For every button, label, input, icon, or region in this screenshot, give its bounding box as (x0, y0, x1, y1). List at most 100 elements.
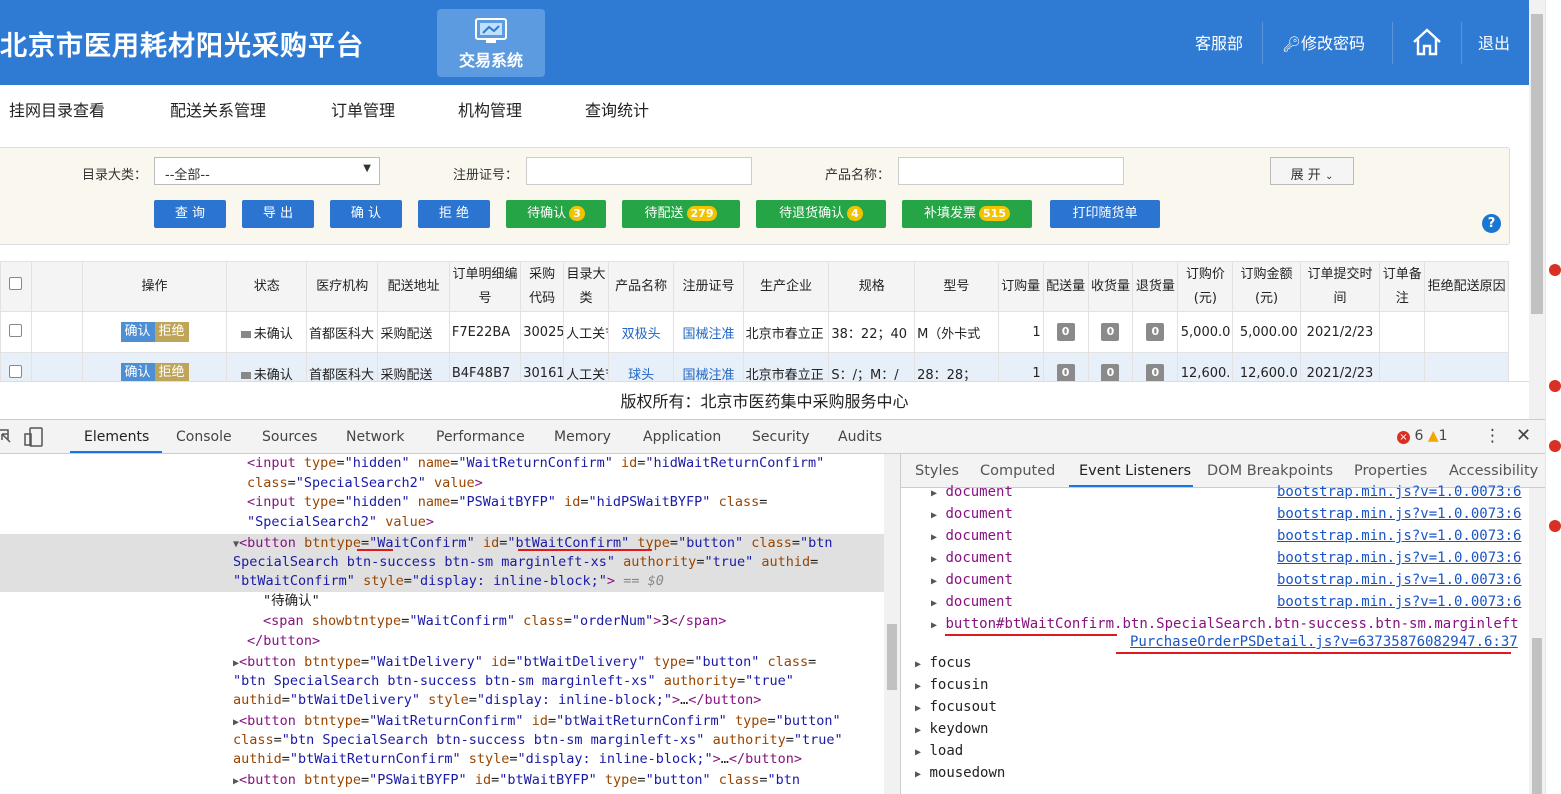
dom-line-selected[interactable]: ▼<button btntype="WaitConfirm" id="btWai… (233, 534, 833, 555)
close-icon[interactable]: ✕ (1516, 425, 1531, 446)
listener-source-link[interactable]: bootstrap.min.js?v=1.0.0073:6 (1277, 506, 1521, 522)
more-options-icon[interactable]: ⋮ (1484, 426, 1501, 446)
tab-computed[interactable]: Computed (980, 463, 1055, 479)
event-keydown[interactable]: ▶ keydown (915, 721, 988, 737)
dom-text-node[interactable]: "待确认" (263, 592, 320, 612)
service-link[interactable]: 客服部 (1195, 0, 1243, 85)
row-confirm-button[interactable]: 确认 (120, 322, 155, 342)
returned-badge: 0 (1146, 364, 1165, 382)
wait-return-button[interactable]: 待退货确认 4 (756, 200, 886, 228)
tab-memory[interactable]: Memory (554, 429, 611, 445)
row-confirm-button[interactable]: 确认 (120, 363, 155, 383)
listener-source-link[interactable]: bootstrap.min.js?v=1.0.0073:6 (1277, 528, 1521, 544)
side-panel-scrollbar[interactable] (1529, 488, 1545, 794)
product-link[interactable]: 双极头 (622, 327, 661, 342)
confirm-button[interactable]: 确 认 (330, 200, 402, 228)
logout-link[interactable]: 退出 (1478, 0, 1510, 85)
error-counter[interactable]: × 6 ▲1 (1397, 428, 1448, 444)
row-select-cell (0, 311, 32, 353)
invoice-button[interactable]: 补填发票 515 (902, 200, 1032, 228)
op-cell: 确认 拒绝 (81, 311, 228, 353)
listener-source-link[interactable]: bootstrap.min.js?v=1.0.0073:6 (1277, 594, 1521, 610)
event-load[interactable]: ▶ load (915, 743, 963, 759)
dom-line: SpecialSearch btn-success btn-sm marginl… (233, 554, 819, 570)
select-all-checkbox[interactable] (9, 276, 23, 290)
dom-line[interactable]: <input type="hidden" name="WaitReturnCon… (247, 454, 824, 474)
reg-link[interactable]: 国械注准 (682, 327, 734, 342)
elements-scrollbar[interactable] (884, 454, 900, 794)
listener-source-link[interactable]: PurchaseOrderPSDetail.js?v=6373587608294… (1130, 634, 1518, 650)
product-name-input[interactable] (898, 157, 1124, 185)
page-scrollbar[interactable] (1529, 0, 1545, 419)
event-focus[interactable]: ▶ focus (915, 655, 972, 671)
tab-properties[interactable]: Properties (1354, 463, 1427, 479)
tab-audits[interactable]: Audits (838, 429, 882, 445)
row-reject-button[interactable]: 拒绝 (154, 322, 189, 342)
wait-confirm-button[interactable]: 待确认 3 (506, 200, 606, 228)
listener-source-link[interactable]: bootstrap.min.js?v=1.0.0073:6 (1277, 484, 1521, 500)
listener-item[interactable]: ▶ document (931, 528, 1013, 544)
event-mousedown[interactable]: ▶ mousedown (915, 765, 1005, 781)
th-detail: 订单明细编号 (448, 261, 522, 312)
dom-line: class="SpecialSearch2" value> (247, 474, 483, 491)
tab-accessibility[interactable]: Accessibility (1449, 463, 1538, 479)
tab-console[interactable]: Console (176, 429, 232, 445)
code-cell: 30025 (520, 311, 565, 353)
dom-line[interactable]: ▶<button btntype="WaitReturnConfirm" id=… (233, 712, 841, 733)
th-received: 收货量 (1087, 261, 1134, 312)
tab-event-listeners[interactable]: Event Listeners (1079, 463, 1191, 479)
trading-system-label: 交易系统 (458, 51, 523, 70)
listener-source-link[interactable]: bootstrap.min.js?v=1.0.0073:6 (1277, 550, 1521, 566)
dom-line[interactable]: ▶<button btntype="WaitDelivery" id="btWa… (233, 653, 816, 674)
tab-sources[interactable]: Sources (262, 429, 317, 445)
note-cell (1379, 311, 1426, 353)
tab-dom-breakpoints[interactable]: DOM Breakpoints (1207, 463, 1333, 479)
home-icon[interactable] (1411, 27, 1443, 57)
notification-dot (1549, 264, 1561, 276)
listener-item[interactable]: ▶ document (931, 594, 1013, 610)
event-focusout[interactable]: ▶ focusout (915, 699, 997, 715)
tab-performance[interactable]: Performance (436, 429, 525, 445)
listener-item-button[interactable]: ▶ button#btWaitConfirm.btn.SpecialSearch… (931, 616, 1527, 632)
dom-line[interactable]: ▶<button btntype="PSWaitBYFP" id="btWait… (233, 771, 800, 792)
listener-item[interactable]: ▶ document (931, 484, 1013, 500)
tab-styles[interactable]: Styles (915, 463, 959, 479)
nav-orders[interactable]: 订单管理 (331, 97, 395, 121)
help-icon[interactable]: ? (1482, 214, 1501, 233)
nav-institutions[interactable]: 机构管理 (458, 97, 522, 121)
monitor-icon (475, 18, 507, 43)
listener-item[interactable]: ▶ document (931, 506, 1013, 522)
invoice-count: 515 (979, 206, 1010, 221)
dom-line[interactable]: <input type="hidden" name="PSWaitBYFP" i… (247, 493, 767, 513)
export-button[interactable]: 导 出 (242, 200, 314, 228)
row-checkbox[interactable] (9, 364, 23, 378)
listener-source-link[interactable]: bootstrap.min.js?v=1.0.0073:6 (1277, 572, 1521, 588)
row-reject-button[interactable]: 拒绝 (154, 363, 189, 383)
tab-elements[interactable]: Elements (84, 429, 149, 445)
tab-network[interactable]: Network (346, 429, 404, 445)
change-password-link[interactable]: 🔑︎修改密码 (1282, 0, 1365, 85)
table-row[interactable]: 确认拒绝 未确认 首都医科大 采购配送 F7E22BA 30025 人工关节 双… (0, 311, 1509, 353)
reject-button[interactable]: 拒 绝 (418, 200, 490, 228)
dom-line[interactable]: <span showbtntype="WaitConfirm" class="o… (263, 612, 726, 632)
print-button[interactable]: 打印随货单 (1050, 200, 1160, 228)
query-button[interactable]: 查 询 (154, 200, 226, 228)
row-checkbox[interactable] (9, 323, 23, 337)
trading-system-button[interactable]: 交易系统 (437, 9, 545, 77)
listener-item[interactable]: ▶ document (931, 572, 1013, 588)
category-select[interactable]: --全部-- ▼ (154, 157, 380, 185)
tab-security[interactable]: Security (752, 429, 810, 445)
device-toggle-icon[interactable] (24, 427, 46, 447)
nav-catalog[interactable]: 挂网目录查看 (9, 97, 105, 121)
reg-number-input[interactable] (526, 157, 752, 185)
cat-cell: 人工关节 (563, 311, 609, 353)
expand-button[interactable]: 展 开 ⌄ (1270, 157, 1354, 185)
event-focusin[interactable]: ▶ focusin (915, 677, 988, 693)
warning-icon: ▲ (1427, 428, 1439, 444)
tab-application[interactable]: Application (643, 429, 721, 445)
listener-item[interactable]: ▶ document (931, 550, 1013, 566)
wait-delivery-button[interactable]: 待配送 279 (622, 200, 740, 228)
nav-delivery-relation[interactable]: 配送关系管理 (170, 97, 266, 121)
inspect-icon[interactable] (0, 428, 12, 446)
nav-statistics[interactable]: 查询统计 (585, 97, 649, 121)
